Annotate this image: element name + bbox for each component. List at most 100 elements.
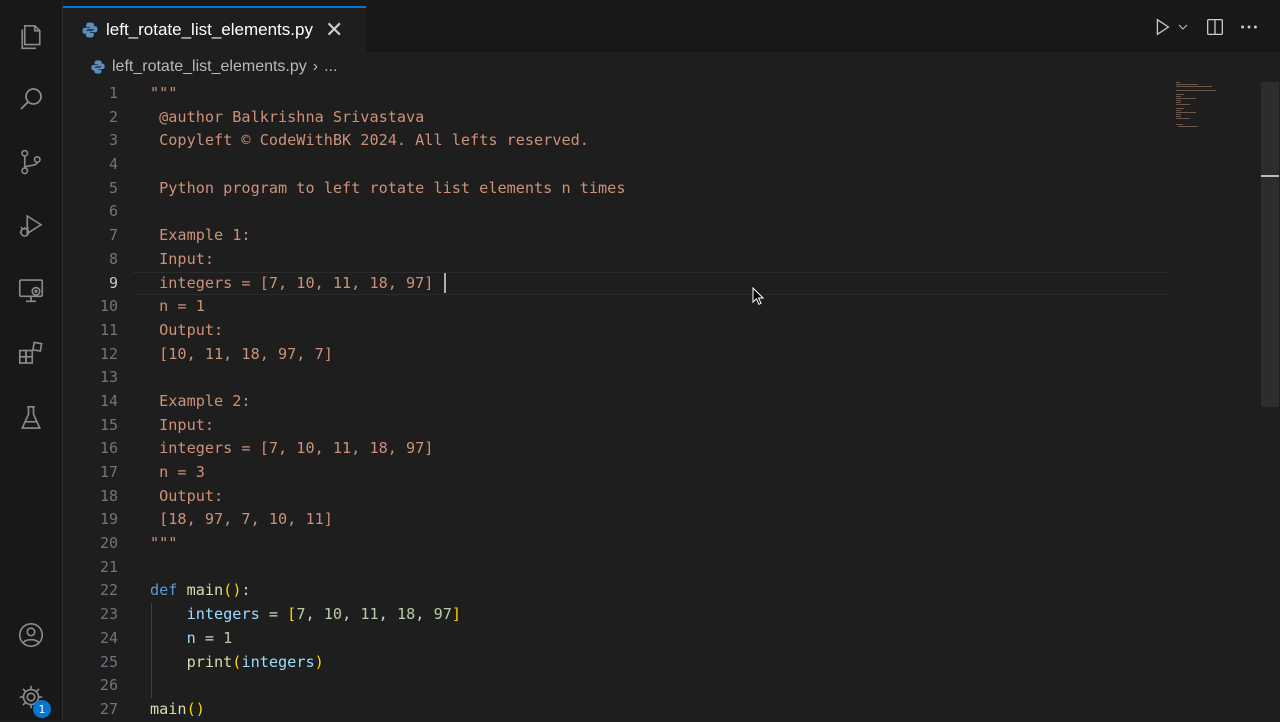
- line-number: 24: [99, 628, 118, 647]
- line-number: 17: [99, 463, 118, 481]
- line-number: 26: [99, 676, 118, 695]
- line-number: 15: [99, 415, 118, 434]
- run-python-file-icon[interactable]: [1151, 14, 1173, 40]
- function-name: print: [186, 652, 233, 671]
- code-line: Output:: [150, 320, 224, 339]
- line-number: 23: [99, 605, 118, 624]
- code-line: Input:: [150, 249, 215, 268]
- code-line: """: [150, 534, 178, 553]
- scrollbar-cursor-marker: [1261, 175, 1279, 177]
- python-file-icon: [91, 60, 105, 74]
- number: 10: [323, 605, 343, 624]
- line-number: 25: [99, 652, 118, 671]
- breadcrumb-more[interactable]: ...: [324, 58, 337, 76]
- code-line: Copyleft © CodeWithBK 2024. All lefts re…: [150, 131, 589, 150]
- code-line: integers = [7, 10, 11, 18, 97]: [150, 439, 434, 458]
- code-editor[interactable]: 1 2 3 4 5 6 7 8 9 10 11 12 13 14 15 16 1…: [63, 82, 1280, 720]
- run-dropdown-chevron-icon[interactable]: [1175, 14, 1191, 40]
- code-line: Input:: [150, 415, 215, 434]
- code-line: main(): [150, 699, 205, 718]
- code-line: print(integers): [186, 652, 324, 671]
- testing-icon[interactable]: [11, 398, 51, 438]
- number: 11: [360, 605, 379, 624]
- line-number: 4: [108, 155, 118, 174]
- source-control-icon[interactable]: [11, 142, 51, 182]
- operator: =: [195, 628, 224, 647]
- function-name: main: [150, 699, 187, 718]
- operator: =: [259, 605, 288, 624]
- comma: ,: [378, 605, 397, 624]
- function-name: main: [186, 581, 224, 600]
- number: 1: [223, 628, 233, 647]
- code-line: @author Balkrishna Srivastava: [150, 107, 425, 126]
- line-number: 3: [108, 131, 118, 150]
- comma: ,: [305, 605, 324, 624]
- minimap[interactable]: [1172, 82, 1242, 132]
- line-number: 1: [108, 84, 118, 102]
- breadcrumb: left_rotate_list_elements.py › ...: [63, 52, 1280, 82]
- remote-explorer-icon[interactable]: [11, 270, 51, 310]
- breadcrumb-file[interactable]: left_rotate_list_elements.py: [112, 58, 307, 76]
- code-line: Example 1:: [150, 226, 251, 245]
- line-number: 6: [108, 202, 118, 221]
- comma: ,: [415, 605, 434, 624]
- line-number: 13: [99, 368, 118, 387]
- notification-badge: 1: [33, 700, 51, 718]
- code-lines: """ @author Balkrishna Srivastava Copyle…: [150, 82, 1170, 722]
- vertical-scrollbar[interactable]: [1261, 82, 1279, 407]
- code-line-current: integers = [7, 10, 11, 18, 97]: [150, 273, 434, 292]
- line-number: 21: [99, 557, 118, 576]
- line-number: 5: [108, 178, 118, 197]
- code-line: n = 3: [150, 463, 205, 481]
- tab-left-rotate-list-elements[interactable]: left_rotate_list_elements.py ✕: [63, 6, 366, 52]
- python-file-icon: [82, 22, 98, 38]
- code-line: def main():: [150, 581, 251, 600]
- line-number: 10: [99, 297, 118, 316]
- mouse-pointer-icon: [752, 287, 764, 305]
- run-debug-icon[interactable]: [11, 206, 51, 246]
- line-number: 27: [99, 699, 118, 718]
- number: 18: [396, 605, 416, 624]
- line-number-active: 9: [108, 273, 118, 292]
- tab-close-icon[interactable]: ✕: [325, 19, 343, 41]
- code-line: n = 1: [150, 627, 1170, 651]
- colon: :: [241, 581, 251, 600]
- line-number: 7: [108, 226, 118, 245]
- accounts-icon[interactable]: [11, 615, 51, 655]
- activity-bar: 1: [0, 0, 63, 720]
- line-number-gutter: 1 2 3 4 5 6 7 8 9 10 11 12 13 14 15 16 1…: [63, 82, 118, 722]
- line-number: 18: [99, 486, 118, 505]
- explorer-icon[interactable]: [11, 17, 51, 57]
- line-number: 19: [99, 510, 118, 529]
- code-line: Example 2:: [150, 391, 251, 410]
- more-actions-icon[interactable]: [1238, 14, 1260, 40]
- tab-bar: left_rotate_list_elements.py ✕: [63, 0, 1280, 53]
- extensions-icon[interactable]: [11, 333, 51, 373]
- code-line: [18, 97, 7, 10, 11]: [150, 510, 333, 529]
- comma: ,: [342, 605, 361, 624]
- code-line: n = 1: [150, 297, 205, 316]
- code-line: """: [150, 84, 178, 102]
- search-icon[interactable]: [11, 79, 51, 119]
- code-line: [10, 11, 18, 97, 7]: [150, 344, 333, 363]
- variable: integers: [241, 652, 315, 671]
- code-line: Output:: [150, 486, 224, 505]
- keyword-def: def: [150, 581, 178, 600]
- code-line: Python program to left rotate list eleme…: [150, 178, 626, 197]
- line-number: 2: [108, 107, 118, 126]
- line-number: 20: [99, 534, 118, 553]
- code-line: integers = [7, 10, 11, 18, 97]: [186, 605, 462, 624]
- split-editor-icon[interactable]: [1204, 14, 1226, 40]
- breadcrumb-separator: ›: [312, 58, 319, 75]
- line-number: 14: [99, 391, 118, 410]
- line-number: 22: [99, 581, 118, 600]
- text-cursor: [444, 273, 446, 293]
- line-number: 8: [108, 249, 118, 268]
- line-number: 12: [99, 344, 118, 363]
- line-number: 16: [99, 439, 118, 458]
